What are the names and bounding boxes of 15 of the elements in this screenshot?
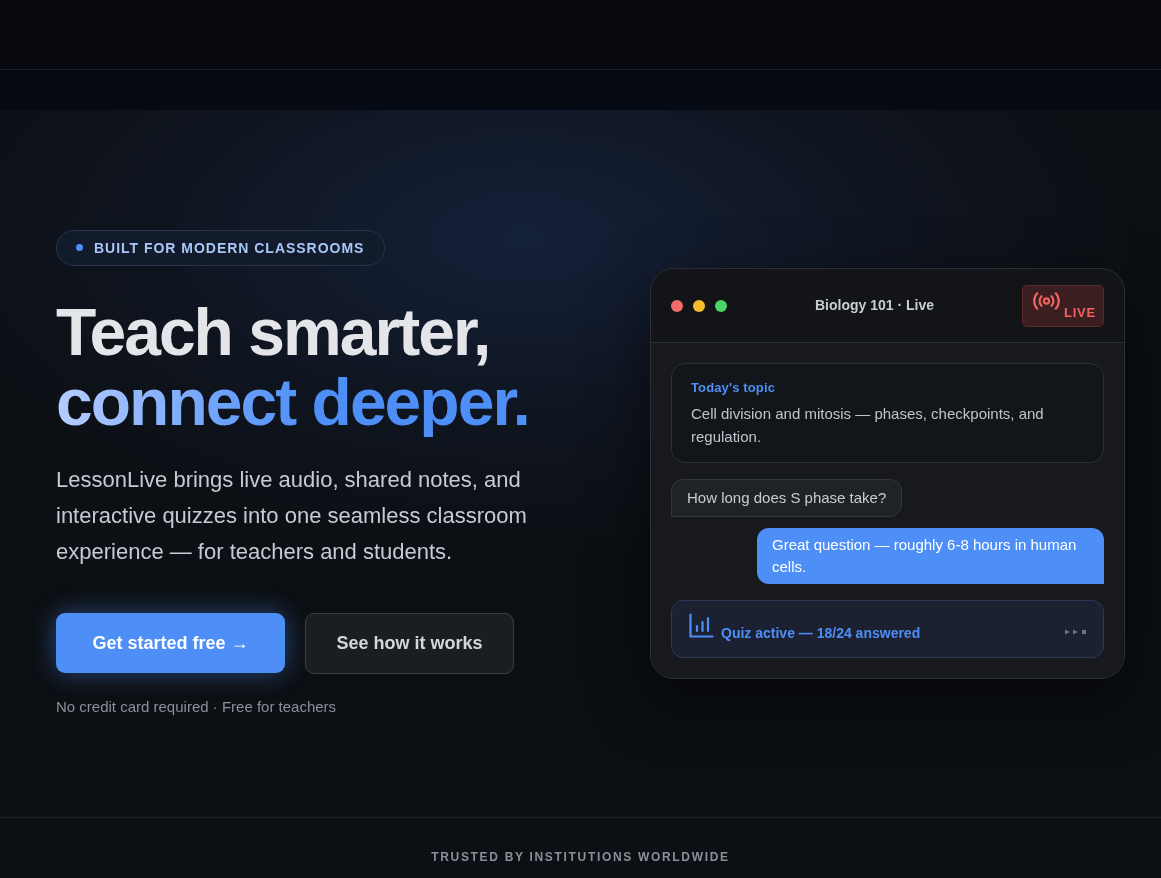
badge-label: BUILT FOR MODERN CLASSROOMS xyxy=(94,240,365,255)
window-title: Biology 101 · Live xyxy=(814,296,934,315)
arrow-indicator-icon xyxy=(1065,629,1087,635)
headline: Teach smarter, xyxy=(56,296,490,367)
signup-note: No credit card required · Free for teachers xyxy=(56,696,337,717)
message-bubble: How long does S phase take? xyxy=(671,479,903,517)
quiz-status-text: Quiz active — 18/24 answered xyxy=(721,624,921,642)
live-label: LIVE xyxy=(1064,305,1096,319)
hero-description: LessonLive brings live audio, shared notes, and interactive quizzes into one seamless classroom experience — for teachers and students. xyxy=(56,465,528,566)
how-it-works-button[interactable]: See how it works xyxy=(305,612,514,674)
trusted-by-label: TRUSTED BY INSTITUTIONS WORLDWIDE xyxy=(431,849,730,865)
topic-heading: Today's topic xyxy=(691,379,776,397)
topic-description: Cell division and mitosis — phases, checkpoints, and regulation. xyxy=(691,404,1045,447)
message-bubble: Great question — roughly 6-8 hours in human cells. xyxy=(757,528,1104,584)
bar-chart-icon xyxy=(689,613,714,638)
